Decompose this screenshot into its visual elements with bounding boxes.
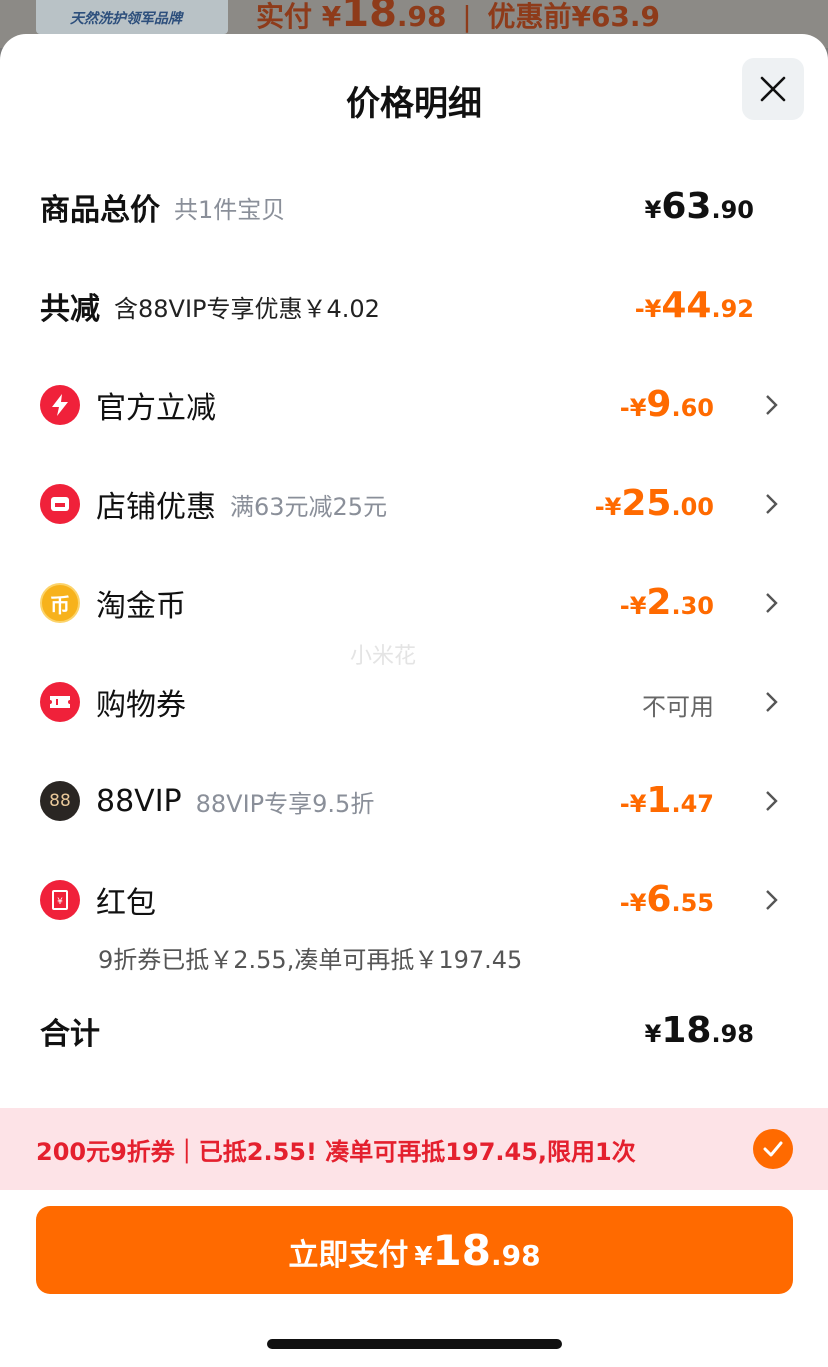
price-detail-sheet: 价格明细 商品总价 共1件宝贝 ¥63.90 共减 含88VIP专享优惠￥4.0… [0, 34, 828, 1367]
amount-dec: .47 [671, 790, 714, 818]
currency: ¥ [644, 196, 662, 224]
background-price: 实付 ¥18.98 | 优惠前¥63.9 [256, 0, 660, 36]
amount-int: 44 [661, 285, 712, 326]
lightning-icon [40, 385, 80, 425]
vip-amount: -¥ 1.47 [620, 776, 714, 826]
pay-button-dec: .98 [490, 1239, 541, 1272]
total-price-label: 商品总价 [40, 193, 160, 228]
vip88-icon: 88 [40, 781, 80, 821]
pay-button-label: 立即支付 [288, 1238, 409, 1273]
voucher-status: 不可用 [642, 693, 714, 721]
amount-dec: .60 [671, 394, 714, 422]
chevron-right-icon [766, 692, 778, 712]
row-total-price: 商品总价 共1件宝贝 ¥63.90 [40, 182, 788, 232]
reduction-sub: 含88VIP专享优惠￥4.02 [114, 294, 380, 323]
coin-icon: 币 [40, 583, 80, 623]
chevron-right-icon [766, 791, 778, 811]
paid-label: 实付 [256, 0, 313, 33]
row-shop-discount[interactable]: 店铺优惠 满63元减25元 -¥ 25.00 [40, 479, 788, 529]
amount-dec: .90 [711, 196, 754, 224]
before-discount: 优惠前¥63.9 [487, 0, 661, 33]
chevron-right-icon [766, 494, 778, 514]
coupon-bar[interactable]: 200元9折券｜已抵2.55! 凑单可再抵197.45,限用1次 [0, 1108, 828, 1190]
amount-int: 1 [646, 780, 672, 821]
ticket-icon [40, 682, 80, 722]
pay-button-int: 18 [432, 1226, 491, 1275]
amount-dec: .92 [711, 295, 754, 323]
chevron-right-icon [766, 890, 778, 910]
currency: -¥ [619, 394, 647, 422]
official-discount-label: 官方立减 [96, 391, 216, 426]
paid-currency: ¥ [321, 0, 342, 33]
shop-discount-sub: 满63元减25元 [230, 492, 388, 521]
product-thumbnail: 天然洗护领军品牌 [36, 0, 228, 34]
currency: -¥ [634, 295, 662, 323]
row-sum: 合计 ¥18.98 [40, 1006, 788, 1056]
check-circle-icon[interactable] [753, 1129, 793, 1169]
chevron-right-icon [766, 593, 778, 613]
row-shopping-voucher[interactable]: 购物券 不可用 [40, 677, 788, 727]
row-88vip[interactable]: 88 88VIP 88VIP专享9.5折 -¥ 1.47 [40, 776, 788, 826]
sum-label: 合计 [40, 1017, 100, 1052]
currency: -¥ [619, 889, 647, 917]
row-total-reduction: 共减 含88VIP专享优惠￥4.02 -¥ 44.92 [40, 281, 788, 331]
official-discount-amount: -¥ 9.60 [620, 380, 714, 430]
amount-dec: .55 [671, 889, 714, 917]
red-packet-label: 红包 [96, 886, 156, 921]
amount-int: 63 [661, 186, 712, 227]
paid-int: 18 [341, 0, 397, 36]
total-price-amount: ¥63.90 [645, 182, 754, 232]
paid-dec: .98 [396, 0, 447, 33]
shopping-voucher-label: 购物券 [96, 688, 186, 723]
tao-coin-label: 淘金币 [96, 589, 186, 624]
amount-int: 25 [621, 483, 672, 524]
currency: -¥ [619, 790, 647, 818]
currency: -¥ [594, 493, 622, 521]
separator: | [462, 0, 472, 33]
row-official-discount[interactable]: 官方立减 -¥ 9.60 [40, 380, 788, 430]
coupon-text: 200元9折券｜已抵2.55! 凑单可再抵197.45,限用1次 [36, 1138, 636, 1166]
close-icon [760, 76, 786, 102]
vip-label: 88VIP [96, 783, 182, 819]
watermark: 小米花 [350, 644, 417, 669]
shop-icon [40, 484, 80, 524]
total-count: 共1件宝贝 [174, 195, 286, 224]
pay-button-currency: ¥ [414, 1242, 433, 1272]
reduction-label: 共减 [40, 292, 100, 327]
amount-dec: .00 [671, 493, 714, 521]
currency: ¥ [644, 1020, 662, 1048]
close-button[interactable] [742, 58, 804, 120]
pay-now-button[interactable]: 立即支付 ¥18.98 [36, 1206, 793, 1294]
amount-int: 6 [646, 879, 672, 920]
row-tao-coin[interactable]: 币 淘金币 -¥ 2.30 [40, 578, 788, 628]
chevron-right-icon [766, 395, 778, 415]
product-thumbnail-text: 天然洗护领军品牌 [70, 11, 182, 27]
red-packet-amount: -¥ 6.55 [620, 875, 714, 925]
amount-int: 18 [661, 1010, 712, 1051]
row-red-packet[interactable]: ¥ 红包 -¥ 6.55 [40, 875, 788, 925]
sum-amount: ¥18.98 [645, 1006, 754, 1056]
page-title: 价格明细 [346, 84, 482, 124]
amount-dec: .30 [671, 592, 714, 620]
reduction-amount: -¥ 44.92 [635, 281, 754, 331]
amount-dec: .98 [711, 1020, 754, 1048]
shop-discount-label: 店铺优惠 [96, 490, 216, 525]
svg-text:¥: ¥ [57, 897, 63, 907]
red-packet-note: 9折券已抵￥2.55,凑单可再抵￥197.45 [98, 946, 523, 974]
currency: -¥ [619, 592, 647, 620]
amount-int: 9 [646, 384, 672, 425]
home-indicator [267, 1339, 562, 1349]
red-packet-icon: ¥ [40, 880, 80, 920]
amount-int: 2 [646, 582, 672, 623]
tao-coin-amount: -¥ 2.30 [620, 578, 714, 628]
shop-discount-amount: -¥ 25.00 [595, 479, 714, 529]
vip-sub: 88VIP专享9.5折 [195, 789, 375, 818]
